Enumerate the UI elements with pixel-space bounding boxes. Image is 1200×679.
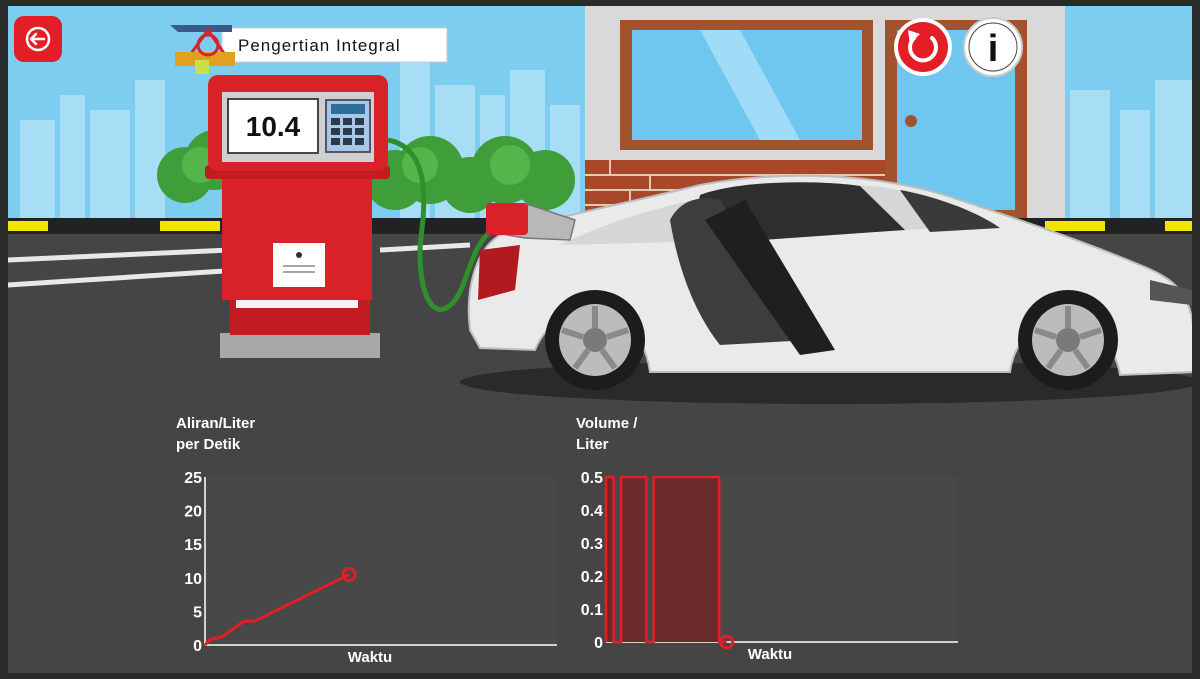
frame-right	[1192, 0, 1200, 679]
frame-top	[0, 0, 1200, 6]
y-tick-label: 0.5	[581, 470, 603, 487]
y-tick-label: 0.1	[581, 602, 603, 619]
app-title: Pengertian Integral	[238, 36, 401, 55]
y-tick-label: 10	[184, 571, 202, 588]
y-axis-label: per Detik	[176, 436, 241, 453]
frame-left	[0, 0, 8, 679]
pump-display-value: 10.4	[246, 111, 301, 142]
y-tick-label: 0.4	[581, 503, 603, 520]
y-tick-label: 5	[193, 604, 202, 621]
app-stage: 10.4 Pengertian Integral i 0 5 10 15 20 …	[0, 0, 1200, 679]
x-axis-label: Waktu	[748, 646, 792, 663]
pump-label-card	[273, 243, 325, 287]
volume-area-block	[621, 477, 647, 642]
door-knob	[905, 115, 917, 127]
y-tick-label: 0.2	[581, 569, 603, 586]
y-axis-label: Volume /	[576, 415, 638, 432]
y-tick-label: 20	[184, 504, 202, 521]
x-axis-label: Waktu	[348, 649, 392, 666]
y-tick-label: 25	[184, 470, 202, 487]
y-tick-label: 0	[594, 635, 603, 652]
frame-bottom	[0, 673, 1200, 679]
info-icon[interactable]: i	[988, 28, 999, 70]
scene: 10.4 Pengertian Integral i 0510152025Ali…	[0, 0, 1200, 679]
reset-button[interactable]	[894, 18, 952, 76]
volume-area-block	[653, 477, 720, 642]
y-tick-label: 0	[193, 638, 202, 655]
y-tick-label: 0.3	[581, 536, 603, 553]
y-tick-label: 15	[184, 537, 202, 554]
y-axis-label: Aliran/Liter	[176, 415, 255, 432]
back-button[interactable]	[14, 16, 62, 62]
y-axis-label: Liter	[576, 436, 609, 453]
